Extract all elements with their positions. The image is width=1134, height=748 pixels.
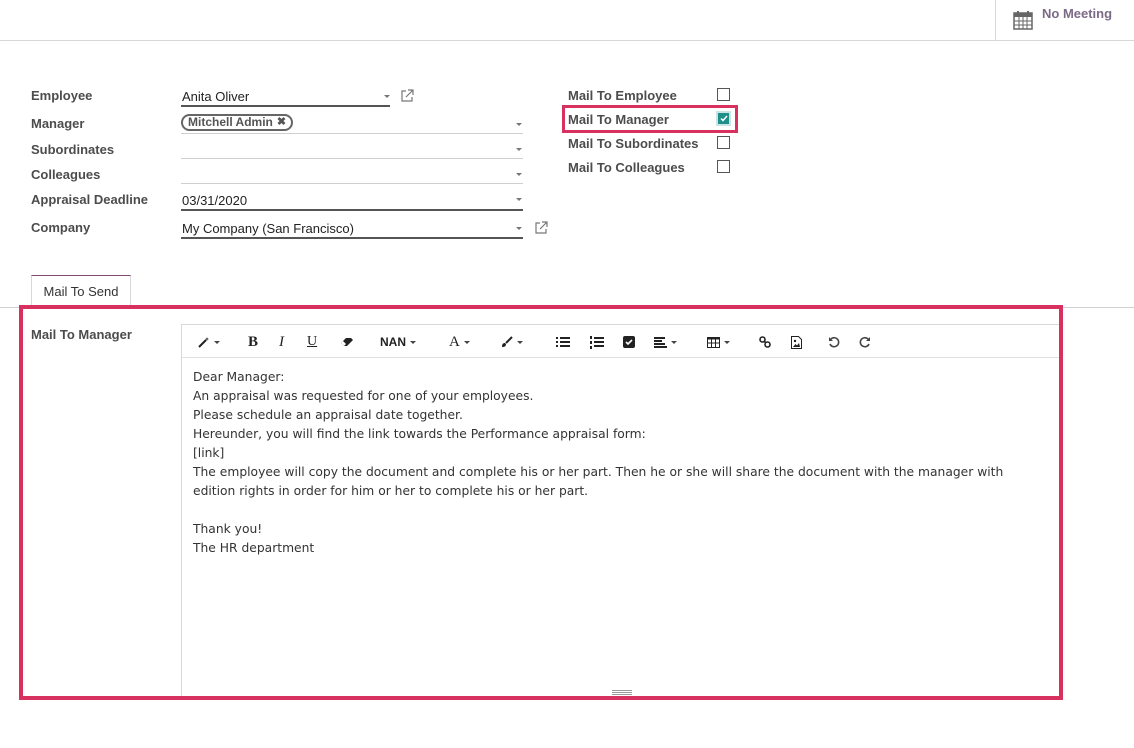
magic-wand-icon: [198, 337, 209, 348]
company-dropdown-caret[interactable]: [516, 227, 522, 230]
company-underline: [181, 237, 523, 239]
colleagues-label: Colleagues: [31, 167, 101, 182]
font-size-dropdown[interactable]: NAN: [380, 333, 416, 351]
colleagues-underline: [181, 183, 523, 184]
tab-mail-to-send[interactable]: Mail To Send: [31, 275, 131, 307]
mail-body[interactable]: Dear Manager: An appraisal was requested…: [193, 368, 1043, 558]
employee-label: Employee: [31, 88, 93, 103]
align-left-icon: [654, 336, 667, 348]
insert-image-button[interactable]: [791, 333, 802, 351]
employee-underline: [181, 105, 390, 107]
ordered-list-button[interactable]: [590, 333, 604, 351]
table-icon: [707, 336, 720, 348]
checkbox-icon: [623, 336, 635, 348]
appraisal-deadline-field[interactable]: 03/31/2020: [182, 193, 247, 208]
insert-link-button[interactable]: [759, 333, 771, 351]
subordinates-underline: [181, 158, 523, 159]
background-color-dropdown[interactable]: [501, 333, 523, 351]
calendar-icon: [1013, 11, 1033, 30]
appraisal-deadline-label: Appraisal Deadline: [31, 192, 149, 207]
meeting-label: No Meeting: [1042, 6, 1113, 21]
body-line: An appraisal was requested for one of yo…: [193, 389, 534, 403]
mail-to-manager-section-label: Mail To Manager: [31, 327, 132, 342]
mail-to-subordinates-checkbox[interactable]: [717, 136, 730, 149]
resize-handle[interactable]: [612, 690, 632, 695]
font-size-value: NAN: [380, 335, 406, 349]
undo-button[interactable]: [828, 333, 840, 351]
font-color-dropdown[interactable]: A: [449, 333, 470, 351]
manager-underline: [181, 133, 523, 134]
body-link-placeholder: [link]: [193, 446, 225, 460]
eraser-icon: [341, 338, 353, 346]
colleagues-field[interactable]: [182, 167, 512, 181]
underline-button[interactable]: U: [307, 333, 317, 351]
italic-button[interactable]: I: [279, 333, 284, 351]
body-line: Thank you!: [193, 522, 263, 536]
external-link-icon[interactable]: [400, 89, 414, 103]
remove-tag-icon[interactable]: ✖: [277, 116, 286, 129]
manager-tag-label: Mitchell Admin: [188, 115, 273, 129]
subordinates-field[interactable]: [182, 142, 512, 156]
subordinates-dropdown-caret[interactable]: [516, 148, 522, 151]
checklist-button[interactable]: [623, 333, 635, 351]
mail-to-manager-highlight: [562, 105, 738, 133]
manager-dropdown-caret[interactable]: [516, 123, 522, 126]
undo-icon: [829, 336, 840, 348]
subordinates-label: Subordinates: [31, 142, 115, 157]
colleagues-dropdown-caret[interactable]: [516, 173, 522, 176]
manager-tag: Mitchell Admin ✖: [181, 114, 294, 131]
employee-field[interactable]: Anita Oliver: [182, 89, 249, 104]
body-line: Dear Manager:: [193, 370, 285, 384]
body-line: Hereunder, you will find the link toward…: [193, 427, 646, 441]
paragraph-align-dropdown[interactable]: [654, 333, 677, 351]
external-link-icon[interactable]: [534, 221, 548, 235]
company-field[interactable]: My Company (San Francisco): [182, 221, 354, 236]
link-icon: [759, 336, 771, 348]
image-icon: [791, 335, 802, 349]
mail-to-colleagues-label: Mail To Colleagues: [568, 160, 685, 175]
mail-to-colleagues-checkbox[interactable]: [717, 160, 730, 173]
mail-to-subordinates-label: Mail To Subordinates: [568, 136, 699, 151]
body-blank-line: [193, 501, 1043, 520]
redo-button[interactable]: [859, 333, 871, 351]
brush-icon: [502, 336, 513, 347]
list-ul-icon: [556, 337, 570, 347]
unordered-list-button[interactable]: [556, 333, 570, 351]
body-line: The employee will copy the document and …: [193, 465, 1008, 498]
deadline-underline: [181, 209, 523, 211]
manager-label: Manager: [31, 116, 85, 131]
editor-toolbar: B I U NAN A: [182, 325, 1059, 358]
table-dropdown[interactable]: [707, 333, 730, 351]
body-line: Please schedule an appraisal date togeth…: [193, 408, 463, 422]
redo-icon: [859, 336, 870, 348]
list-ol-icon: [590, 335, 604, 349]
style-dropdown[interactable]: [198, 333, 220, 351]
bold-button[interactable]: B: [248, 333, 258, 351]
mail-to-employee-checkbox[interactable]: [717, 88, 730, 101]
font-color-icon: A: [449, 333, 460, 350]
deadline-dropdown-caret[interactable]: [516, 198, 522, 201]
eraser-button[interactable]: [340, 333, 354, 351]
company-label: Company: [31, 220, 91, 235]
mail-to-employee-label: Mail To Employee: [568, 88, 677, 103]
body-line: The HR department: [193, 541, 315, 555]
top-button-bar: No Meeting: [0, 0, 1134, 41]
employee-dropdown-caret[interactable]: [384, 95, 390, 98]
meeting-button[interactable]: No Meeting: [995, 0, 1134, 40]
html-editor: B I U NAN A Dear Manager: An appraisal w…: [181, 324, 1059, 696]
